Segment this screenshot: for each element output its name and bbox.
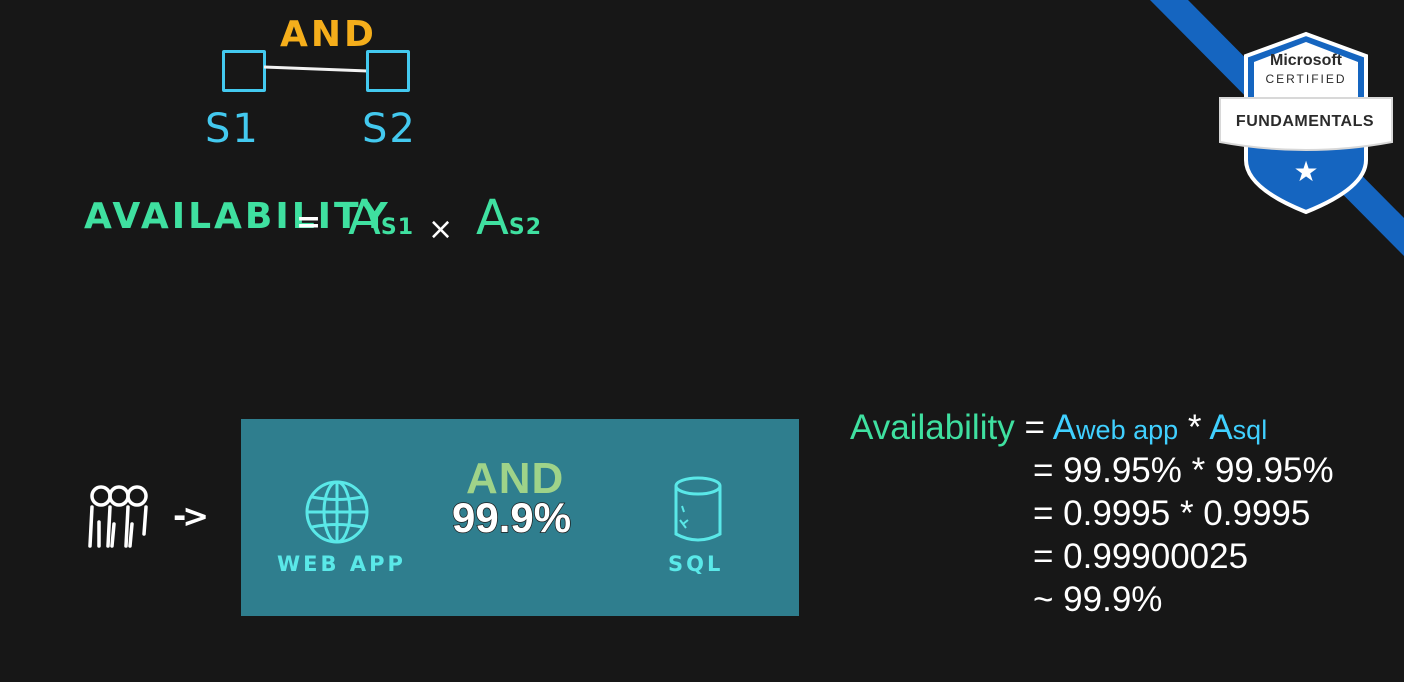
badge-fundamentals-text: FUNDAMENTALS <box>1235 113 1375 130</box>
availability-formula-line-3: = 0.9995 * 0.9995 <box>1033 494 1311 533</box>
availability-formula-line-5: ~ 99.9% <box>1033 580 1163 619</box>
sql-label: SQL <box>668 552 724 576</box>
multiply-sign: × <box>428 212 454 247</box>
web-app-label: WEB APP <box>277 552 406 576</box>
availability-formula-line-4: = 0.99900025 <box>1033 537 1249 576</box>
equals-sign: = <box>296 205 322 240</box>
availability-label: Availability <box>850 408 1015 447</box>
badge-microsoft-text: Microsoft <box>1270 52 1342 69</box>
badge-star-icon: ★ <box>1293 156 1319 187</box>
connector-line <box>264 65 368 73</box>
s1-label: S1 <box>205 106 260 152</box>
badge-certified-text: CERTIFIED <box>1265 72 1347 86</box>
globe-icon <box>305 480 369 544</box>
term-a-s2: AS2 <box>476 190 542 246</box>
term-a-s1: AS1 <box>348 190 414 246</box>
s2-label: S2 <box>362 106 417 152</box>
availability-formula-line-1: Availability = Aweb app * Asql <box>850 408 1268 447</box>
arrow-icon: -> <box>173 497 209 535</box>
and-label-top: AND <box>280 14 377 55</box>
availability-formula-line-2: = 99.95% * 99.95% <box>1033 451 1334 490</box>
users-icon <box>88 485 148 548</box>
s2-box <box>366 50 410 92</box>
database-icon <box>674 476 722 542</box>
combined-sla-value: 99.9% <box>451 493 572 542</box>
availability-handwritten-label: AVAILABILITY <box>84 196 391 237</box>
s1-box <box>222 50 266 92</box>
